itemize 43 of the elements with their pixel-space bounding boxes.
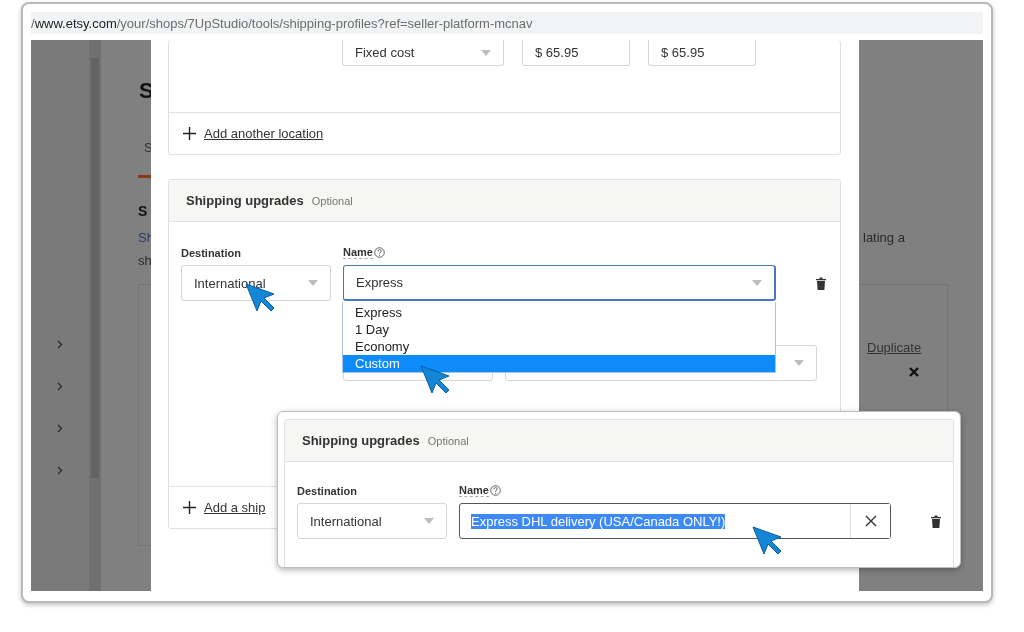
- destination-select[interactable]: International: [297, 503, 447, 539]
- section-title: Shipping upgrades: [186, 193, 304, 208]
- help-icon[interactable]: [373, 247, 385, 258]
- dropdown-option[interactable]: 1 Day: [343, 321, 775, 338]
- caret-icon: [424, 518, 434, 524]
- help-icon[interactable]: [489, 485, 501, 496]
- address-field[interactable]: /www.etsy.com/your/shops/7UpStudio/tools/shipping-profiles?ref=seller-platform-mcnav: [31, 12, 983, 34]
- cursor-icon: [420, 365, 450, 395]
- caret-icon: [481, 49, 491, 56]
- section-title: Shipping upgrades: [302, 433, 420, 448]
- caret-icon: [308, 280, 318, 286]
- chevron-icon[interactable]: [57, 340, 63, 349]
- add-upgrade-link[interactable]: Add a ship: [204, 500, 266, 515]
- plus-icon: [183, 501, 196, 514]
- optional-label: Optional: [427, 434, 469, 447]
- trash-icon[interactable]: [816, 276, 826, 290]
- field-label: Name: [459, 484, 489, 497]
- clear-button[interactable]: [850, 504, 890, 538]
- description-text: lating a: [863, 230, 905, 245]
- plus-icon: [183, 127, 196, 140]
- section-heading: S: [138, 203, 148, 219]
- cost-type-select[interactable]: Fixed cost: [342, 40, 504, 66]
- price-field[interactable]: $ 65.95: [522, 40, 630, 66]
- close-icon: [864, 515, 877, 527]
- cursor-icon: [752, 526, 782, 556]
- chevron-icon[interactable]: [57, 382, 63, 391]
- close-icon[interactable]: [909, 367, 919, 377]
- chevron-icon[interactable]: [57, 424, 63, 433]
- dropdown-option[interactable]: Economy: [343, 338, 775, 355]
- optional-label: Optional: [311, 194, 353, 207]
- caret-icon: [794, 360, 804, 366]
- name-select[interactable]: Express: [343, 265, 776, 301]
- destination-select[interactable]: International: [181, 265, 331, 301]
- chevron-icon[interactable]: [57, 466, 63, 475]
- dropdown-option[interactable]: Express: [343, 304, 775, 321]
- field-label: Name: [343, 246, 373, 259]
- caret-icon: [752, 279, 762, 286]
- price-field[interactable]: $ 65.95: [648, 40, 756, 66]
- trash-icon[interactable]: [931, 514, 941, 528]
- add-location-link[interactable]: Add another location: [204, 126, 324, 141]
- description-text: sh: [138, 253, 152, 268]
- field-label: Destination: [181, 247, 242, 259]
- field-label: Destination: [297, 485, 358, 497]
